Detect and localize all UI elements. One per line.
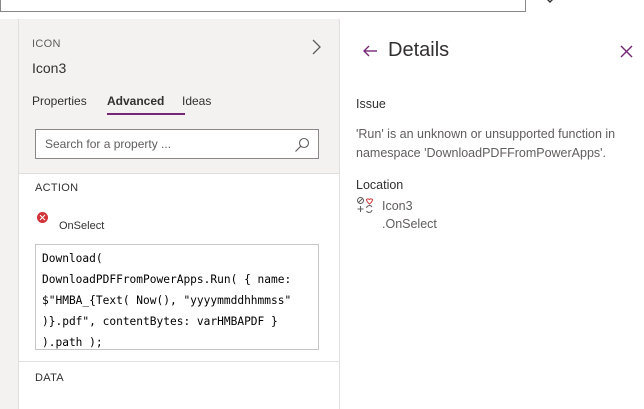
section-data-label: DATA xyxy=(35,372,64,384)
close-icon[interactable] xyxy=(620,45,633,58)
formula-editor[interactable]: Download( DownloadPDFFromPowerApps.Run( {… xyxy=(35,244,319,350)
location-control-link[interactable]: Icon3 xyxy=(382,199,413,213)
formula-line: $"HMBA_{Text( Now(), "yyyymmddhhmmss" xyxy=(42,294,292,307)
control-type: ICON xyxy=(32,38,61,50)
details-title: Details xyxy=(388,39,450,61)
tab-properties[interactable]: Properties xyxy=(32,94,87,108)
left-gutter xyxy=(0,19,19,409)
location-property-link[interactable]: .OnSelect xyxy=(382,217,437,231)
formula-line: DownloadPDFFromPowerApps.Run( { name: xyxy=(42,273,292,286)
formula-bar-field[interactable] xyxy=(0,0,526,12)
active-tab-indicator xyxy=(107,113,185,115)
chevron-down-icon[interactable] xyxy=(543,0,557,4)
properties-header: ICON Icon3 Properties Advanced Ideas xyxy=(19,19,339,117)
issue-text: 'Run' is an unknown or unsupported funct… xyxy=(356,127,616,160)
formula-line: ).path ); xyxy=(42,336,103,349)
properties-pane: ICON Icon3 Properties Advanced Ideas ACT… xyxy=(19,19,339,409)
control-name[interactable]: Icon3 xyxy=(32,60,66,76)
tab-advanced[interactable]: Advanced xyxy=(107,94,164,108)
formula-bar-strip xyxy=(0,0,644,20)
formula-line: Download( xyxy=(42,252,103,265)
location-label: Location xyxy=(356,178,404,192)
property-name: OnSelect xyxy=(59,220,105,232)
section-action-label: ACTION xyxy=(35,182,79,194)
section-divider xyxy=(19,361,339,362)
chevron-right-icon[interactable] xyxy=(309,38,323,56)
back-arrow-icon[interactable] xyxy=(362,44,378,58)
issue-label: Issue xyxy=(356,97,386,111)
search-input[interactable] xyxy=(45,136,285,152)
error-icon xyxy=(37,212,48,223)
formula-line: )}.pdf", contentBytes: varHMBAPDF } xyxy=(42,315,278,328)
icon-control-icon xyxy=(357,197,374,213)
property-search-box[interactable] xyxy=(35,129,319,159)
property-search-area xyxy=(19,117,339,174)
search-icon[interactable] xyxy=(294,137,310,153)
tab-ideas[interactable]: Ideas xyxy=(182,94,211,108)
details-pane: Details Issue 'Run' is an unknown or uns… xyxy=(340,19,644,409)
